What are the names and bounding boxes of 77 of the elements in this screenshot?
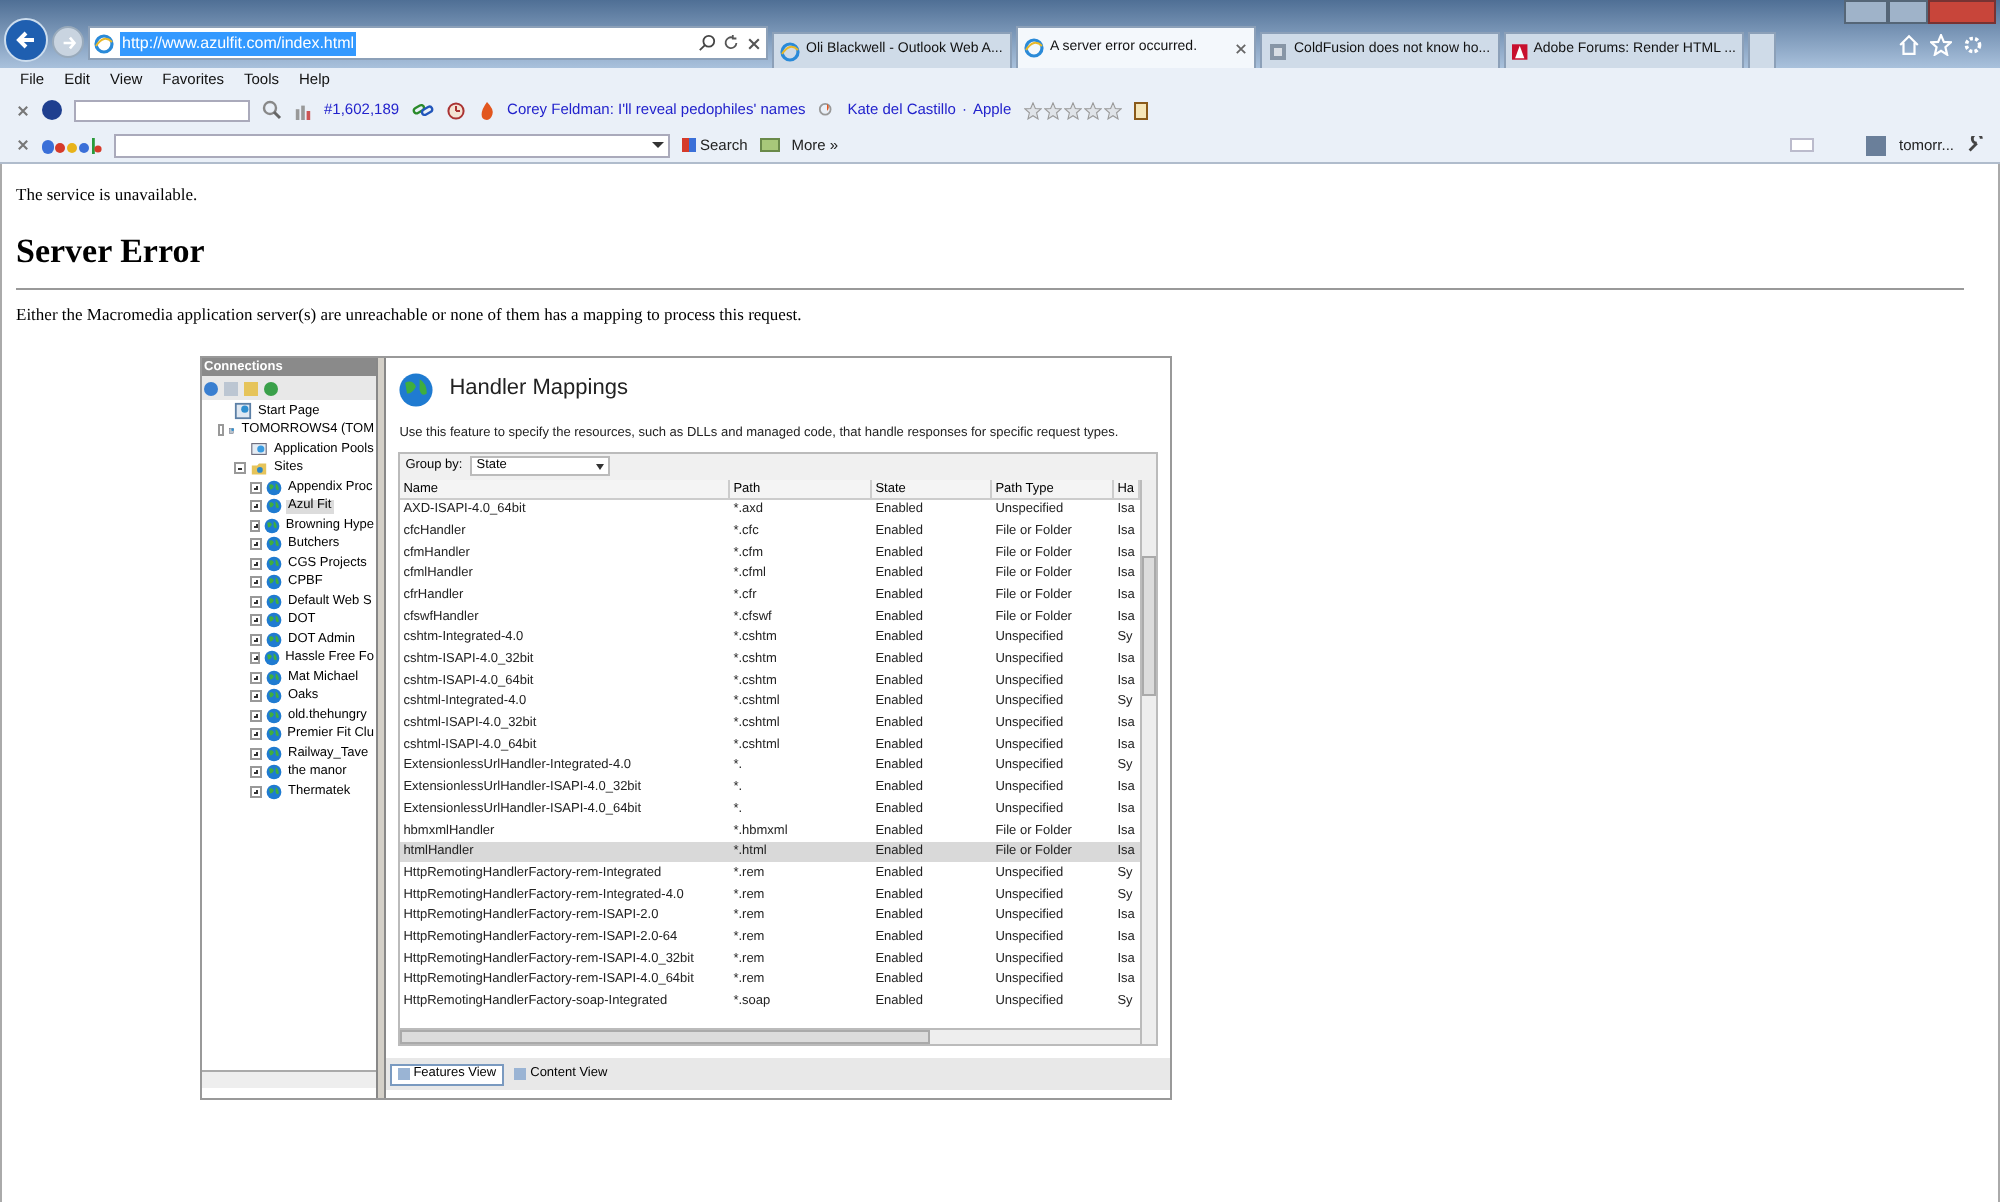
error-heading: Server Error [16, 229, 207, 274]
bar-chart-icon[interactable] [294, 101, 312, 119]
search-icon[interactable] [262, 100, 282, 120]
pools-icon [250, 440, 268, 459]
expander-icon[interactable] [250, 519, 260, 532]
minimize-button[interactable] [1844, 0, 1888, 24]
globe-icon [263, 650, 280, 667]
error-message: Either the Macromedia application server(s) are unreachable or none of them has a mapping to process this request. [16, 302, 804, 328]
expander-icon[interactable] [250, 652, 260, 665]
globe-icon [263, 517, 280, 534]
bookmark-icon[interactable] [759, 138, 780, 152]
expander-icon[interactable] [250, 785, 262, 798]
expander-icon[interactable] [250, 633, 262, 646]
close-icon[interactable] [16, 138, 30, 152]
maximize-button[interactable] [1888, 0, 1928, 24]
toolbar-search-field[interactable] [74, 99, 250, 121]
horizontal-scrollbar[interactable] [399, 1028, 1140, 1044]
rating-star-icon [1063, 101, 1082, 119]
expander-icon[interactable] [250, 500, 262, 513]
address-text: http://www.azulfit.com/index.html [120, 31, 357, 55]
star-rating[interactable] [1023, 101, 1122, 119]
expander-icon[interactable] [250, 747, 262, 760]
browser-icon [780, 41, 800, 61]
expander-icon[interactable] [250, 709, 262, 722]
google-logo-icon [42, 135, 102, 155]
expander-icon[interactable] [250, 671, 262, 684]
forward-arrow-icon [59, 33, 77, 51]
disconnect-icon[interactable] [264, 381, 278, 395]
back-arrow-icon [14, 28, 38, 52]
rating-star-icon [1023, 101, 1042, 119]
star-icon[interactable] [1930, 34, 1952, 56]
settings-icon[interactable] [1962, 34, 1984, 56]
expander-icon[interactable] [250, 557, 262, 570]
refresh-icon[interactable] [722, 34, 740, 52]
back-button[interactable] [4, 18, 48, 62]
folder-icon [250, 459, 268, 478]
user-avatar-icon[interactable] [1866, 135, 1887, 155]
link-icon[interactable] [411, 100, 434, 120]
rating-star-icon [1083, 101, 1102, 119]
vertical-scrollbar[interactable] [1140, 479, 1156, 1044]
notebook-icon[interactable] [1133, 101, 1148, 119]
handler-mappings-icon [397, 371, 434, 407]
expander-icon[interactable] [250, 728, 262, 741]
expander-icon[interactable] [250, 690, 262, 703]
close-icon[interactable] [16, 103, 30, 117]
close-tab-icon[interactable] [1234, 41, 1248, 55]
expander-icon[interactable] [250, 766, 262, 779]
flame-icon[interactable] [477, 99, 496, 121]
forward-button[interactable] [52, 26, 84, 58]
google-icon [682, 138, 696, 152]
clock-icon[interactable] [445, 100, 466, 120]
view-icon [397, 1068, 410, 1080]
close-icon[interactable] [746, 35, 762, 51]
rating-star-icon [1043, 101, 1062, 119]
feature-title: Handler Mappings [449, 374, 628, 405]
site-icon [1268, 41, 1288, 61]
expander-icon[interactable] [234, 462, 246, 475]
expander-icon[interactable] [250, 481, 262, 494]
expander-icon[interactable] [250, 538, 262, 551]
browser-icon [1024, 38, 1044, 58]
horizontal-scrollbar[interactable] [202, 1070, 376, 1088]
expander-icon[interactable] [250, 595, 262, 608]
rating-star-icon [1103, 101, 1122, 119]
dropdown-caret-icon [596, 463, 605, 470]
connect-icon[interactable] [204, 381, 218, 395]
expander-icon[interactable] [250, 576, 262, 589]
globe-icon [265, 726, 282, 743]
browser-icon [94, 33, 114, 53]
expander-icon[interactable] [250, 614, 262, 627]
home-icon[interactable] [1898, 34, 1920, 56]
notice-text: The service is unavailable. [16, 182, 200, 208]
view-icon [514, 1068, 527, 1080]
toolbar-logo-icon[interactable] [42, 100, 62, 120]
google-search-field[interactable] [114, 133, 670, 157]
search-icon[interactable] [698, 34, 716, 52]
site-icon [1512, 41, 1528, 61]
dropdown-caret-icon[interactable] [652, 142, 664, 148]
